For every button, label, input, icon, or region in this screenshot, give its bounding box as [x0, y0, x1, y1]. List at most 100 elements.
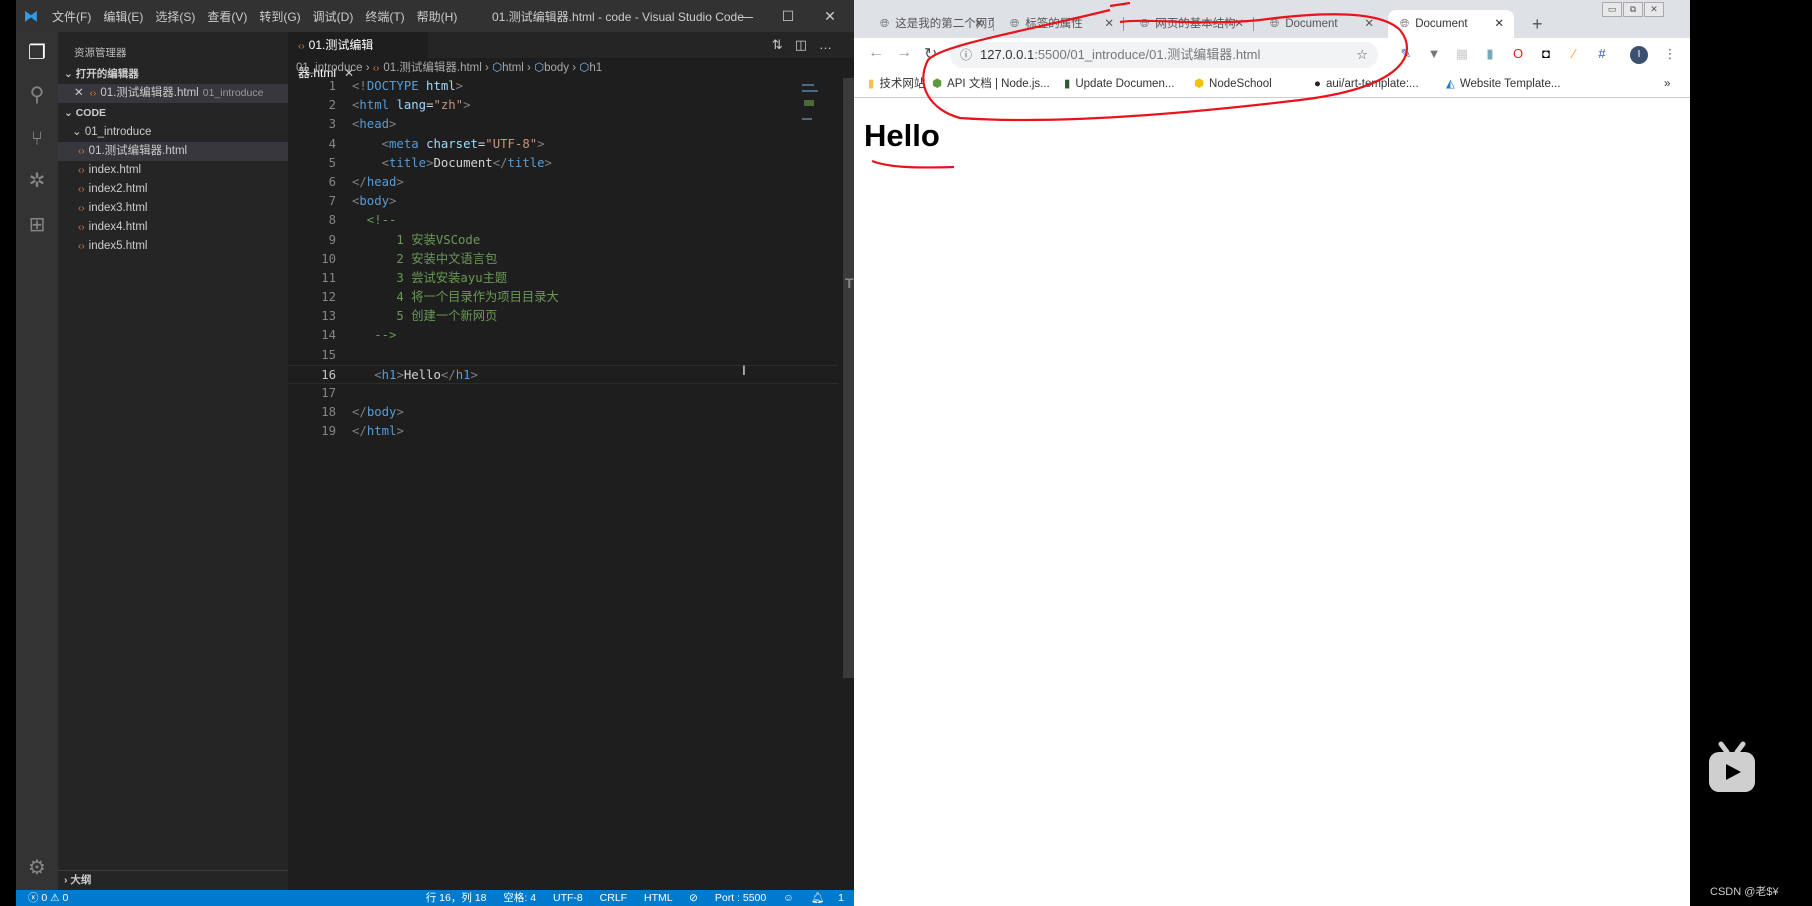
- bookmark-star-icon[interactable]: ☆: [1356, 42, 1368, 68]
- line-ending[interactable]: CRLF: [600, 892, 627, 904]
- splitter-handle[interactable]: T: [845, 275, 854, 291]
- close-tab-icon[interactable]: ✕: [1364, 10, 1374, 38]
- maximize-button[interactable]: ☐: [768, 0, 808, 32]
- breadcrumb-item[interactable]: body: [544, 62, 569, 74]
- problems-indicator[interactable]: ⓧ 0 ⚠ 0: [28, 890, 68, 906]
- bookmark-item[interactable]: ⬢ API 文档 | Node.js...: [932, 72, 1050, 96]
- close-tab-icon[interactable]: ✕: [974, 10, 984, 38]
- menu-item[interactable]: 编辑(E): [97, 10, 149, 24]
- gear-icon[interactable]: ⚙: [16, 847, 58, 889]
- notifications[interactable]: 🔔︎ 1: [811, 892, 844, 904]
- search-icon[interactable]: ⚲: [16, 74, 58, 116]
- browser-tab[interactable]: 🌐︎ 标签的属性 ✕: [998, 10, 1124, 38]
- workspace-section[interactable]: ⌄ CODE: [58, 103, 288, 123]
- menu-kebab-icon[interactable]: ⋮: [1662, 46, 1678, 62]
- open-changes-icon[interactable]: ⇅: [772, 37, 795, 52]
- browser-tab[interactable]: 🌐︎ Document ✕: [1388, 10, 1514, 38]
- profile-avatar[interactable]: I: [1630, 46, 1648, 64]
- minimize-button[interactable]: ▭: [1602, 2, 1622, 17]
- bookmark-item[interactable]: ● aui/art-template:...: [1314, 72, 1419, 96]
- bookmark-label: aui/art-template:...: [1325, 78, 1419, 90]
- folder-item[interactable]: ⌄ 01_introduce: [58, 123, 288, 142]
- extension-grid-icon[interactable]: ▦: [1454, 46, 1470, 62]
- open-editor-item[interactable]: ✕ ‹› 01.测试编辑器.html 01_introduce: [58, 84, 288, 103]
- line-text: <title>Document</title>: [352, 154, 552, 173]
- file-item[interactable]: ‹› 01.测试编辑器.html: [58, 142, 288, 161]
- forward-icon[interactable]: →: [896, 44, 912, 62]
- extension-vue-icon[interactable]: ▼: [1426, 46, 1442, 62]
- bookmarks-overflow-icon[interactable]: »: [1664, 72, 1670, 96]
- outline-section[interactable]: › 大纲: [58, 870, 288, 890]
- live-server-port[interactable]: ⊘ Port : 5500: [689, 892, 766, 904]
- explorer-sidebar: 资源管理器 ⌄ 打开的编辑器 ✕ ‹› 01.测试编辑器.html 01_introd…: [58, 32, 288, 890]
- menu-item[interactable]: 终端(T): [359, 10, 410, 24]
- open-editors-section[interactable]: ⌄ 打开的编辑器: [58, 64, 288, 84]
- breadcrumb-item[interactable]: h1: [589, 62, 602, 74]
- editor-actions: ⇅◫…: [772, 32, 844, 58]
- github-icon: ●: [1314, 78, 1321, 90]
- menu-item[interactable]: 转到(G): [253, 10, 306, 24]
- browser-tab[interactable]: 🌐︎ 这是我的第二个网页 ✕: [868, 10, 994, 38]
- file-item[interactable]: ‹› index5.html: [58, 237, 288, 256]
- menu-item[interactable]: 帮助(H): [411, 10, 464, 24]
- restore-button[interactable]: ⧉: [1623, 2, 1643, 17]
- code-editor[interactable]: 1 <!DOCTYPE html> 2 <html lang="zh"> 3 <head>…: [288, 77, 838, 442]
- line-text: <!DOCTYPE html>: [352, 77, 463, 96]
- bookmark-item[interactable]: ▮ 技术网站: [868, 72, 925, 96]
- browser-tab[interactable]: 🌐︎ Document ✕: [1258, 10, 1384, 38]
- split-editor-icon[interactable]: ◫: [795, 37, 819, 52]
- extension-pen-icon[interactable]: ✎: [1398, 46, 1414, 62]
- close-button[interactable]: ✕: [810, 0, 850, 32]
- file-item[interactable]: ‹› index2.html: [58, 180, 288, 199]
- file-item[interactable]: ‹› index3.html: [58, 199, 288, 218]
- breadcrumb-item[interactable]: html: [502, 62, 524, 74]
- debug-icon[interactable]: ✲: [16, 160, 58, 202]
- reload-icon[interactable]: ↻: [924, 44, 937, 64]
- close-button[interactable]: ✕: [1644, 2, 1664, 17]
- file-item[interactable]: ‹› index.html: [58, 161, 288, 180]
- feedback-icon[interactable]: ☺: [783, 892, 794, 904]
- bookmark-item[interactable]: ⬢ NodeSchool: [1194, 72, 1272, 96]
- source-control-icon[interactable]: ⑂: [16, 118, 58, 160]
- menu-item[interactable]: 查看(V): [201, 10, 253, 24]
- close-icon[interactable]: ✕: [74, 87, 84, 99]
- new-tab-button[interactable]: +: [1532, 10, 1543, 38]
- close-tab-icon[interactable]: ✕: [1104, 10, 1114, 38]
- indentation[interactable]: 空格: 4: [503, 892, 536, 904]
- info-icon: ⓘ: [960, 48, 973, 62]
- back-icon[interactable]: ←: [868, 44, 884, 62]
- encoding[interactable]: UTF-8: [553, 892, 583, 904]
- browser-tab[interactable]: 🌐︎ 网页的基本结构 ✕: [1128, 10, 1254, 38]
- menu-item[interactable]: 文件(F): [46, 10, 97, 24]
- extension-blue-icon[interactable]: ▮: [1482, 46, 1498, 62]
- extension-opera-icon[interactable]: O: [1510, 46, 1526, 62]
- explorer-icon[interactable]: ❐: [16, 32, 58, 74]
- language-mode[interactable]: HTML: [644, 892, 672, 904]
- menu-item[interactable]: 调试(D): [307, 10, 360, 24]
- code-token: 1 安装VSCode: [352, 232, 481, 247]
- minimap[interactable]: [800, 80, 830, 130]
- bookmark-item[interactable]: ◭ Website Template...: [1446, 72, 1560, 96]
- menu-item[interactable]: 选择(S): [149, 10, 201, 24]
- cursor-position[interactable]: 行 16，列 18: [426, 892, 487, 904]
- breadcrumb-item[interactable]: 01_introduce: [296, 62, 363, 74]
- editor-scrollbar[interactable]: [843, 78, 854, 678]
- close-tab-icon[interactable]: ✕: [1494, 10, 1504, 38]
- warning-count: 0: [62, 892, 69, 904]
- extensions-icon[interactable]: ⊞: [16, 204, 58, 246]
- breadcrumb-item[interactable]: 01.测试编辑器.html: [383, 62, 481, 74]
- bookmark-item[interactable]: ▮ Update Documen...: [1064, 72, 1174, 96]
- line-number: 3: [328, 117, 336, 132]
- more-actions-icon[interactable]: …: [819, 37, 844, 52]
- extension-square-icon[interactable]: ◘: [1538, 46, 1554, 62]
- tab-active-file[interactable]: ‹› 01.测试编辑器.html ✕: [288, 32, 428, 80]
- extension-note-icon[interactable]: ⁄: [1566, 46, 1582, 62]
- file-item[interactable]: ‹› index4.html: [58, 218, 288, 237]
- file-name: index3.html: [88, 202, 148, 214]
- close-tab-icon[interactable]: ✕: [1234, 10, 1244, 38]
- address-bar[interactable]: ⓘ 127.0.0.1:5500/01_introduce/01.测试编辑器.ht…: [950, 42, 1378, 68]
- extension-ruler-icon[interactable]: #: [1594, 46, 1610, 62]
- tab-title: Document: [1285, 18, 1338, 30]
- minimize-button[interactable]: —: [726, 0, 766, 32]
- code-token: title: [389, 155, 427, 170]
